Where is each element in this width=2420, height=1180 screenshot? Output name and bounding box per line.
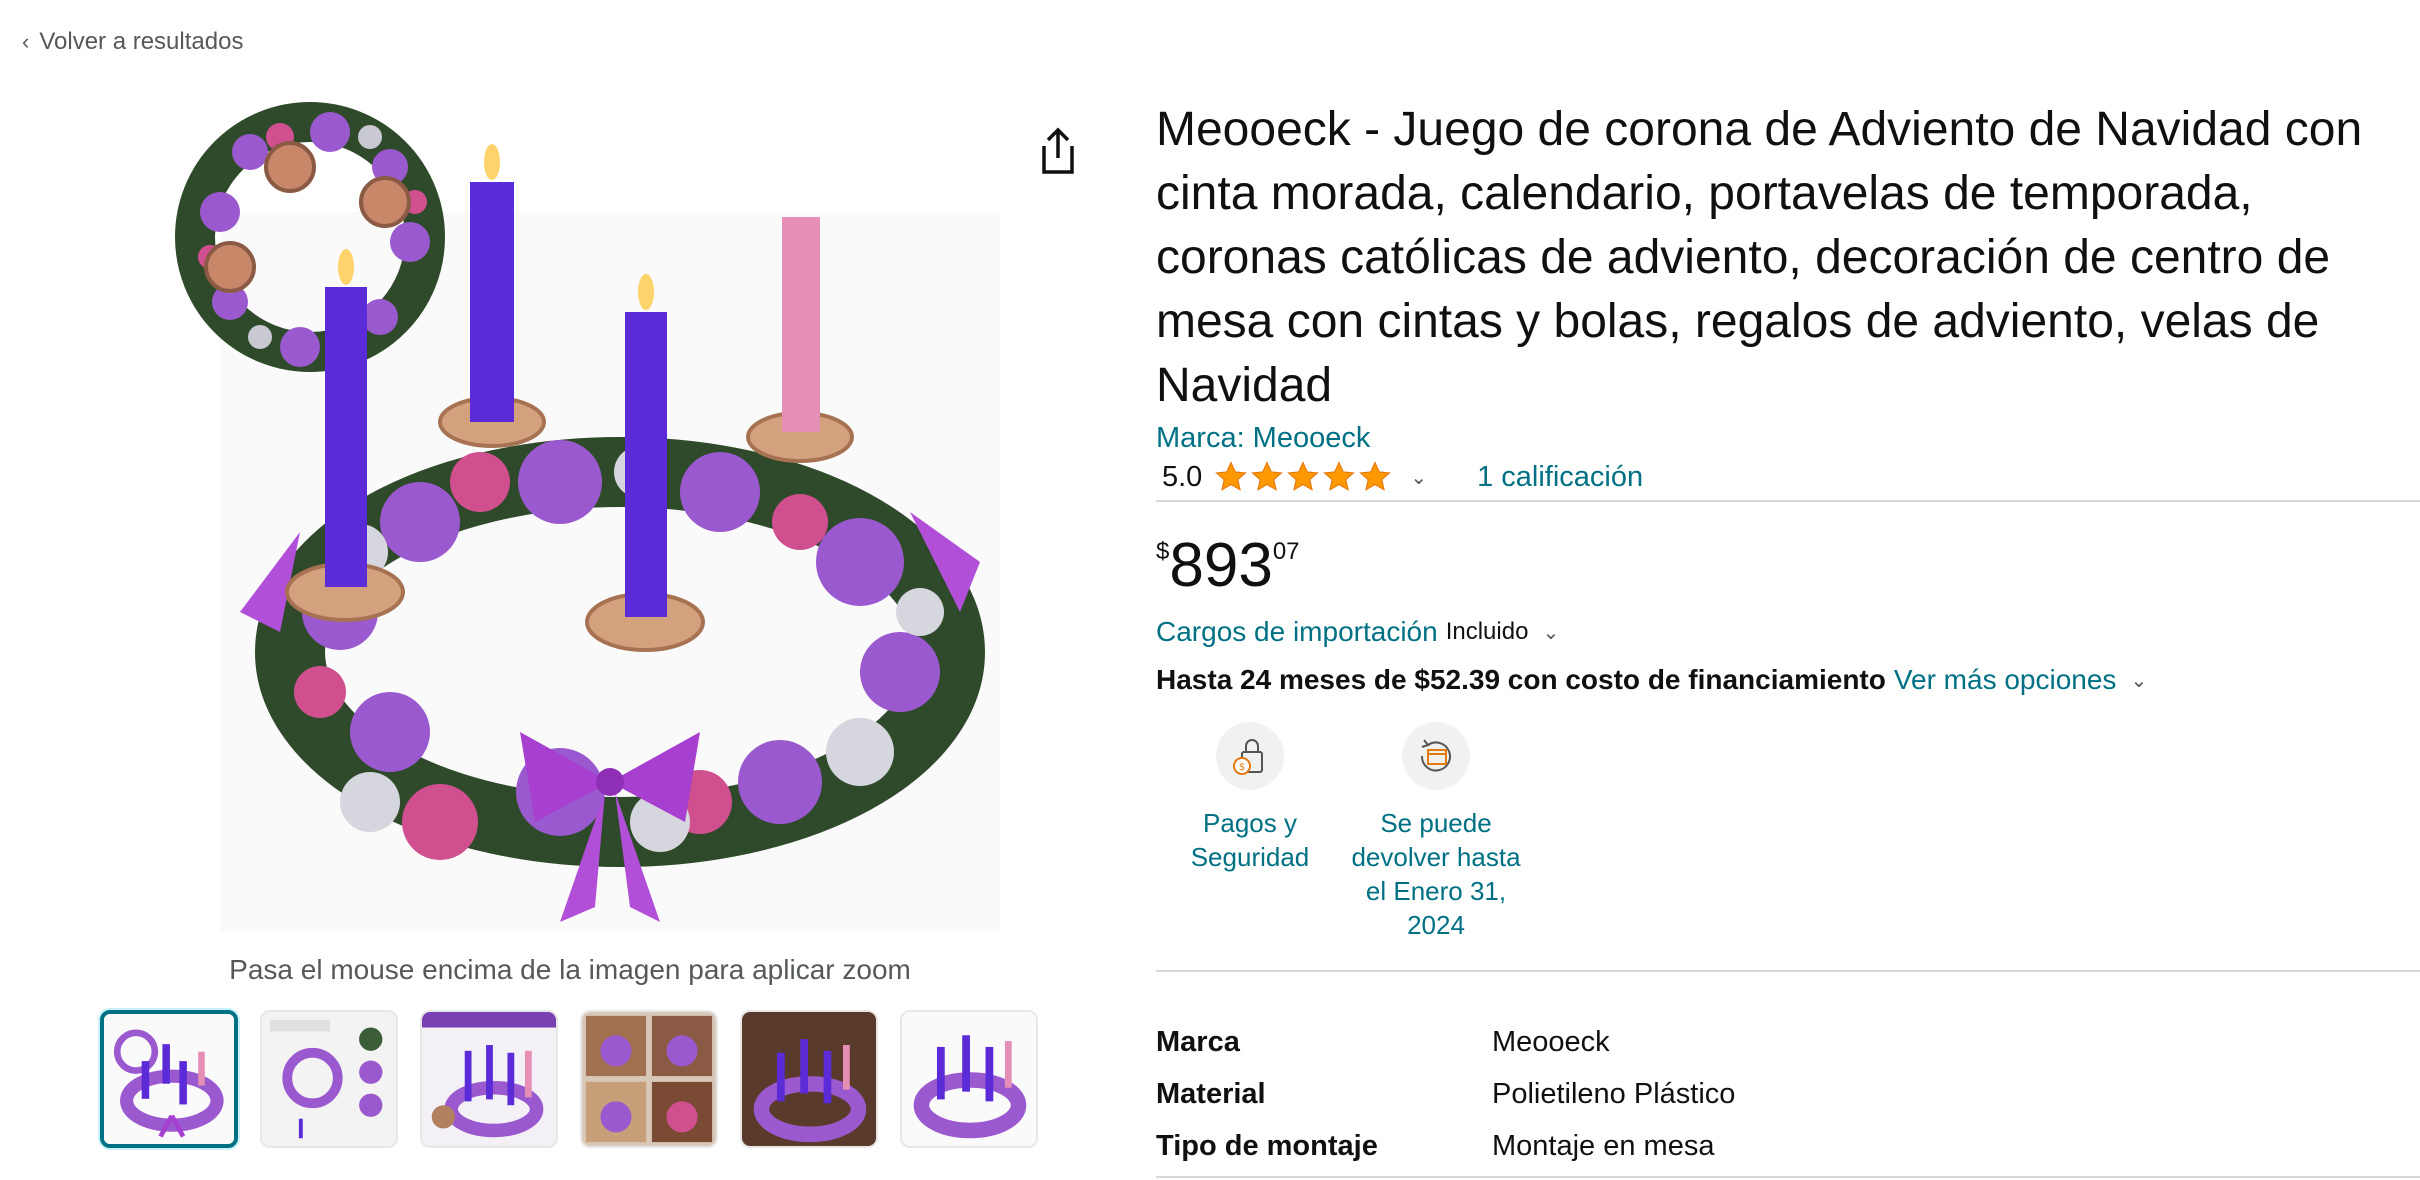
price-fraction: 07 [1272,538,1300,565]
thumbnail-5[interactable] [740,1010,878,1148]
feature-secure-payment[interactable]: $ Pagos y Seguridad [1160,722,1340,874]
spec-value: Montaje en mesa [1492,1129,1715,1162]
feature-secure-payment-label: Pagos y Seguridad [1190,808,1310,872]
divider [1156,1176,2420,1178]
share-icon[interactable] [1036,126,1080,176]
more-options-link[interactable]: Ver más opciones [1894,664,2117,696]
ratings-count-link[interactable]: 1 calificación [1477,461,1643,494]
spec-row: Tipo de montaje Montaje en mesa [1156,1120,1735,1172]
spec-value: Meooeck [1492,1025,1610,1058]
spec-row: Material Polietileno Plástico [1156,1068,1735,1120]
spec-key: Marca [1156,1025,1240,1058]
brand-link[interactable]: Marca: Meooeck [1156,422,1370,455]
star-icon [1359,461,1392,491]
financing-row: Hasta 24 meses de $52.39 con costo de fi… [1156,664,2147,696]
star-rating[interactable] [1214,460,1392,494]
spec-key: Material [1156,1077,1266,1110]
feature-returns[interactable]: Se puede devolver hasta el Enero 31, 202… [1346,722,1526,942]
back-to-results-link[interactable]: ‹ Volver a resultados [22,28,243,56]
star-icon [1215,461,1248,491]
price: $ 893 07 [1156,528,1300,604]
import-charges-value: Incluido [1445,618,1529,645]
price-whole: 893 [1169,531,1273,600]
thumbnail-3[interactable] [420,1010,558,1148]
chevron-down-icon[interactable]: ⌄ [1542,620,1559,645]
zoom-hint: Pasa el mouse encima de la imagen para a… [229,954,911,985]
import-charges: Cargos de importación Incluido ⌄ [1156,616,1559,648]
rating-row: 5.0 ⌄ 1 calificación [1162,460,1643,494]
spec-key: Tipo de montaje [1156,1129,1378,1162]
price-symbol: $ [1156,538,1170,565]
star-icon [1251,461,1284,491]
thumbnail-1[interactable] [100,1010,238,1148]
product-title: Meooeck - Juego de corona de Adviento de… [1156,103,2363,412]
feature-returns-label: Se puede devolver hasta el Enero 31, 202… [1351,808,1521,940]
star-icon [1287,461,1320,491]
spec-value: Polietileno Plástico [1492,1077,1736,1110]
chevron-left-icon: ‹ [22,29,30,54]
rating-value: 5.0 [1162,460,1203,493]
thumbnail-2[interactable] [260,1010,398,1148]
import-charges-link[interactable]: Cargos de importación [1156,616,1438,648]
spec-row: Marca Meooeck [1156,1016,1735,1068]
thumbnail-strip [100,1010,1038,1148]
thumbnail-6[interactable] [900,1010,1038,1148]
main-product-image[interactable] [140,92,1000,932]
divider [1156,970,2420,972]
divider [1156,500,2420,502]
specs-table: Marca Meooeck Material Polietileno Plást… [1156,1016,1735,1172]
chevron-down-icon[interactable]: ⌄ [2130,668,2147,693]
financing-text: Hasta 24 meses de $52.39 con costo de fi… [1156,664,1886,695]
star-icon [1323,461,1356,491]
returns-icon [1402,722,1470,790]
thumbnail-4[interactable] [580,1010,718,1148]
secure-payment-icon: $ [1216,722,1284,790]
svg-text:$: $ [1239,762,1245,773]
chevron-down-icon[interactable]: ⌄ [1410,465,1427,490]
back-to-results-label: Volver a resultados [39,28,244,55]
